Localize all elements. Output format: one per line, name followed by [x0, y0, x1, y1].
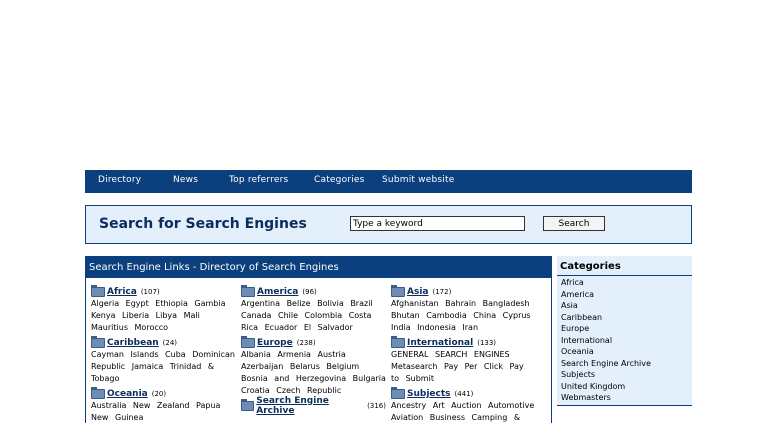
directory-header: Search Engine Links - Directory of Searc… — [86, 257, 551, 278]
keyword-search-input[interactable] — [350, 216, 525, 231]
sidebar-item[interactable]: Oceania — [561, 346, 692, 358]
sidebar-item[interactable]: Africa — [561, 277, 692, 289]
sidebar-item[interactable]: Europe — [561, 323, 692, 335]
category-count: (20) — [151, 389, 167, 398]
category-link[interactable]: Oceania — [107, 389, 148, 399]
category-count: (172) — [432, 287, 452, 296]
folder-icon — [91, 386, 105, 399]
nav-categories[interactable]: Categories — [314, 175, 365, 185]
sidebar-item[interactable]: United Kingdom — [561, 381, 692, 393]
sidebar-item[interactable]: Subjects — [561, 369, 692, 381]
category-heading: Africa (107) — [91, 284, 236, 298]
category-link[interactable]: Asia — [407, 287, 428, 297]
folder-icon — [391, 284, 405, 297]
search-panel: Search for Search Engines Search — [85, 205, 692, 244]
category-heading: Caribbean (24) — [91, 335, 236, 349]
sidebar-item[interactable]: Asia — [561, 300, 692, 312]
search-button[interactable]: Search — [543, 216, 605, 231]
directory-category: Caribbean (24) Cayman Islands Cuba Dominic… — [91, 335, 236, 385]
sidebar-divider — [557, 405, 692, 406]
subcategory-links[interactable]: Argentina Belize Bolivia Brazil Canada C… — [241, 298, 386, 334]
nav-top-referrers[interactable]: Top referrers — [229, 175, 288, 185]
subcategory-links[interactable]: GENERAL SEARCH ENGINES Metasearch Pay Pe… — [391, 349, 536, 385]
subcategory-links[interactable]: Albania Armenia Austria Azerbaijan Belar… — [241, 349, 386, 397]
nav-submit-website[interactable]: Submit website — [382, 175, 454, 185]
folder-icon — [241, 335, 255, 348]
subcategory-links[interactable]: Ancestry Art Auction Automotive Aviation… — [391, 400, 536, 423]
category-count: (107) — [140, 287, 160, 296]
subcategory-links[interactable]: Cayman Islands Cuba Dominican Republic J… — [91, 349, 236, 385]
directory-category: International (133) GENERAL SEARCH ENGINES… — [391, 335, 536, 385]
category-link[interactable]: Africa — [107, 287, 137, 297]
directory-category: America (96) Argentina Belize Bolivia Braz… — [241, 284, 386, 334]
directory-category: Oceania (20) Australia New Zealand Papua N… — [91, 386, 236, 423]
subcategory-links[interactable]: Australia New Zealand Papua New Guinea — [91, 400, 236, 423]
subcategory-links[interactable]: Afghanistan Bahrain Bangladesh Bhutan Ca… — [391, 298, 536, 334]
folder-icon — [241, 398, 255, 411]
categories-sidebar: Categories Africa America Asia Caribbean Eur… — [557, 256, 692, 406]
directory-category: Europe (238) Albania Armenia Austria Azerb… — [241, 335, 386, 397]
directory-category: Africa (107) Algeria Egypt Ethiopia Gambia… — [91, 284, 236, 334]
category-count: (96) — [302, 287, 317, 296]
category-heading: Europe (238) — [241, 335, 386, 349]
category-heading: America (96) — [241, 284, 386, 298]
folder-icon — [241, 284, 255, 297]
category-heading: Subjects (441) — [391, 386, 536, 400]
sidebar-item[interactable]: Webmasters — [561, 392, 692, 404]
directory-column: Asia (172) Afghanistan Bahrain Bangladesh … — [391, 284, 536, 423]
category-heading: Asia (172) — [391, 284, 536, 298]
category-link[interactable]: Caribbean — [107, 338, 159, 348]
category-count: (441) — [454, 389, 474, 398]
sidebar-item[interactable]: Search Engine Archive — [561, 358, 692, 370]
nav-news[interactable]: News — [173, 175, 198, 185]
category-heading: International (133) — [391, 335, 536, 349]
directory-category: Subjects (441) Ancestry Art Auction Automo… — [391, 386, 536, 423]
category-count: (24) — [162, 338, 178, 347]
category-count: (316) — [367, 401, 386, 410]
folder-icon — [391, 335, 405, 348]
folder-icon — [91, 284, 105, 297]
top-navigation: Directory News Top referrers Categories … — [85, 170, 692, 193]
sidebar-list: Africa America Asia Caribbean Europe Internat… — [557, 276, 692, 404]
category-count: (238) — [296, 338, 316, 347]
category-count: (133) — [477, 338, 497, 347]
folder-icon — [391, 386, 405, 399]
directory-column: America (96) Argentina Belize Bolivia Braz… — [241, 284, 386, 416]
folder-icon — [91, 335, 105, 348]
nav-directory[interactable]: Directory — [98, 175, 141, 185]
directory-category: Asia (172) Afghanistan Bahrain Bangladesh … — [391, 284, 536, 334]
sidebar-item[interactable]: America — [561, 289, 692, 301]
directory-column: Africa (107) Algeria Egypt Ethiopia Gambia… — [91, 284, 236, 423]
directory-panel: Search Engine Links - Directory of Searc… — [85, 256, 552, 423]
category-link[interactable]: America — [257, 287, 298, 297]
category-link[interactable]: Search Engine Archive — [256, 396, 363, 416]
category-heading: Oceania (20) — [91, 386, 236, 400]
subcategory-links[interactable]: Algeria Egypt Ethiopia Gambia Kenya Libe… — [91, 298, 236, 334]
sidebar-item[interactable]: Caribbean — [561, 312, 692, 324]
sidebar-title: Categories — [557, 256, 692, 276]
search-title: Search for Search Engines — [99, 216, 307, 232]
category-link[interactable]: Subjects — [407, 389, 451, 399]
directory-category: Search Engine Archive (316) — [241, 396, 386, 416]
sidebar-item[interactable]: International — [561, 335, 692, 347]
category-heading: Search Engine Archive (316) — [241, 396, 386, 416]
category-link[interactable]: International — [407, 338, 473, 348]
category-link[interactable]: Europe — [257, 338, 293, 348]
